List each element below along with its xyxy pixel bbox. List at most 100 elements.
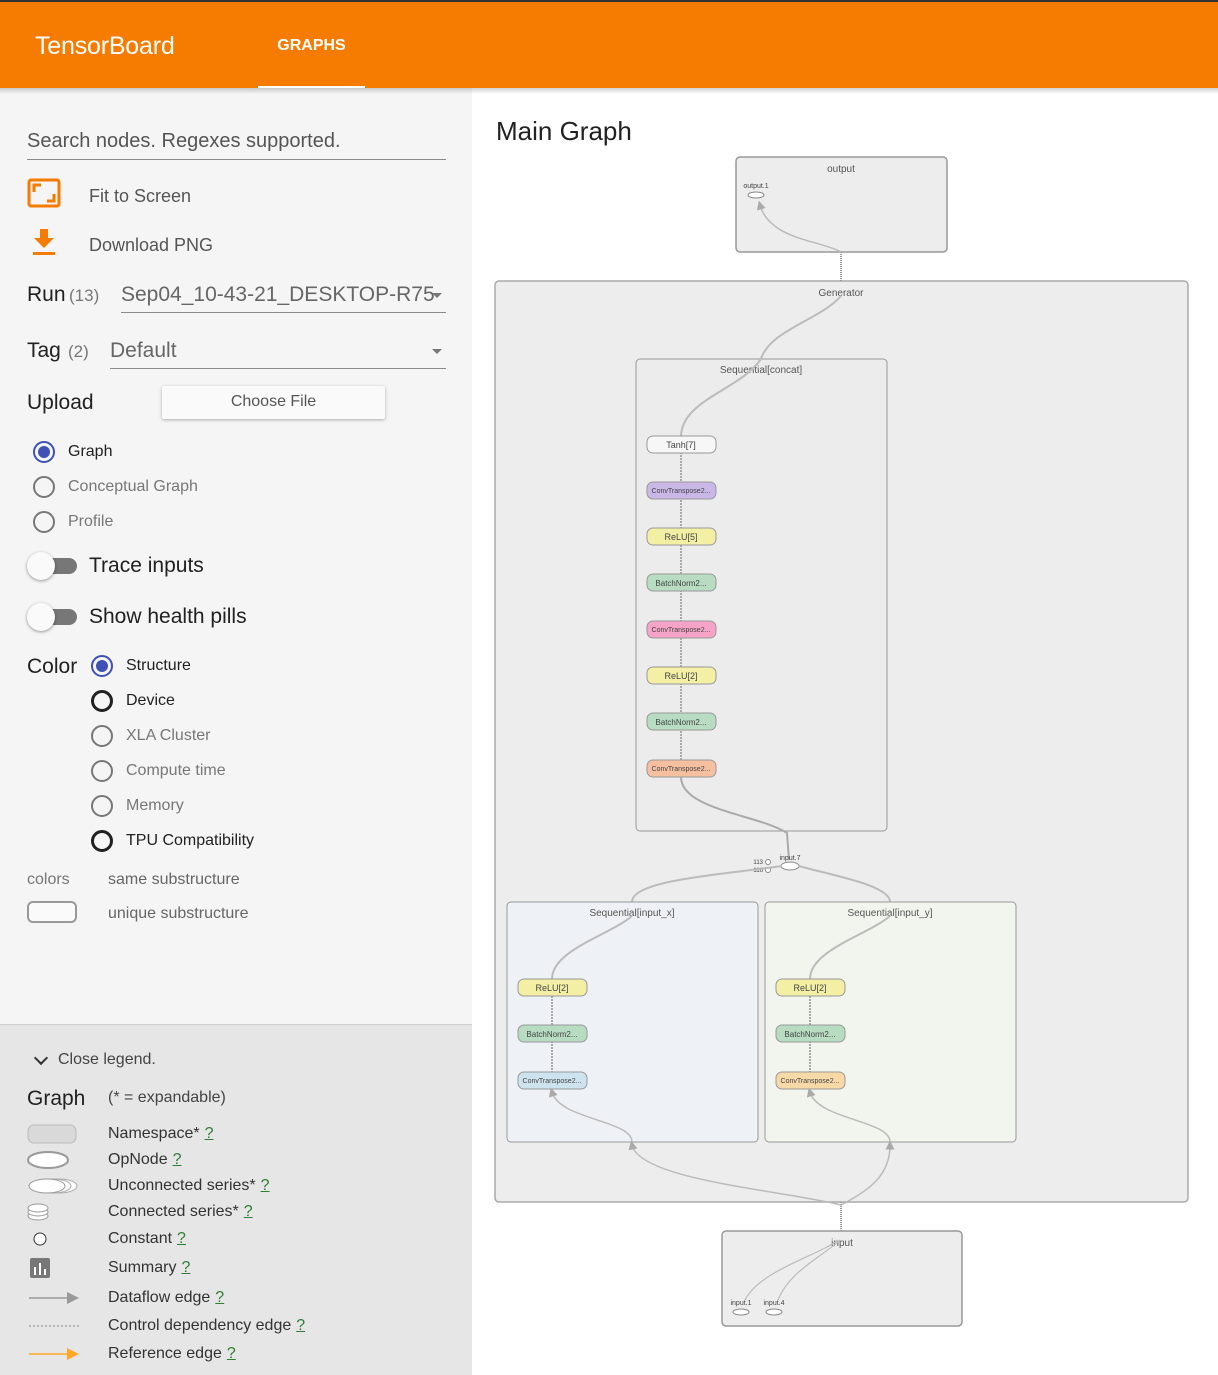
health-pills-toggle[interactable]: Show health pills bbox=[27, 601, 327, 633]
radio-graph-label: Graph bbox=[68, 443, 113, 460]
concat-node-conv-3[interactable]: ConvTranspose2... bbox=[646, 759, 717, 778]
legend-subtitle: (* = expandable) bbox=[108, 1089, 226, 1106]
namespace-icon bbox=[27, 1123, 87, 1145]
output-label: output bbox=[827, 164, 855, 175]
close-legend-button[interactable]: Close legend. bbox=[33, 1050, 233, 1071]
tag-count: (2) bbox=[68, 342, 89, 361]
graph-canvas[interactable]: output output.1 Generator Sequential[con… bbox=[472, 88, 1218, 1375]
colors-label: colors bbox=[27, 871, 70, 888]
unconnected-series-icon bbox=[27, 1175, 87, 1197]
radio-compute-label: Compute time bbox=[126, 762, 226, 779]
download-icon bbox=[27, 227, 61, 261]
health-pills-label: Show health pills bbox=[89, 605, 247, 628]
legend-control-edge: Control dependency edge? bbox=[27, 1315, 467, 1337]
radio-conceptual-label: Conceptual Graph bbox=[68, 478, 198, 495]
help-link[interactable]: ? bbox=[244, 1203, 253, 1220]
legend-connected-label: Connected series* bbox=[108, 1203, 239, 1220]
fit-to-screen-button[interactable]: Fit to Screen bbox=[27, 178, 327, 214]
legend-constant: Constant? bbox=[27, 1228, 467, 1250]
concat-node-conv-2[interactable]: ConvTranspose2... bbox=[646, 620, 717, 639]
legend-unconnected-series: Unconnected series*? bbox=[27, 1175, 467, 1197]
output-child-label: output.1 bbox=[743, 183, 768, 190]
tag-label: Tag bbox=[27, 339, 61, 362]
help-link[interactable]: ? bbox=[177, 1230, 186, 1247]
output-node[interactable]: output output.1 bbox=[735, 156, 948, 253]
input-y-label: Sequential[input_y] bbox=[847, 908, 932, 919]
trace-inputs-label: Trace inputs bbox=[89, 554, 204, 577]
concat-node-tanh[interactable]: Tanh[7] bbox=[646, 435, 717, 454]
input-node[interactable]: input input.1 input.4 bbox=[721, 1230, 963, 1327]
node-label: ConvTranspose2... bbox=[652, 488, 711, 495]
node-label: ReLU[2] bbox=[793, 983, 826, 993]
legend-reference-label: Reference edge bbox=[108, 1345, 222, 1362]
tab-graphs-label: GRAPHS bbox=[277, 37, 346, 54]
fit-screen-icon bbox=[27, 178, 61, 212]
legend-control-label: Control dependency edge bbox=[108, 1317, 292, 1334]
upload-label: Upload bbox=[27, 391, 94, 414]
tab-graphs[interactable]: GRAPHS bbox=[258, 2, 365, 88]
node-label: BatchNorm2... bbox=[784, 1030, 835, 1039]
help-link[interactable]: ? bbox=[215, 1289, 224, 1306]
chevron-down-icon bbox=[432, 349, 442, 354]
tag-value: Default bbox=[110, 339, 177, 362]
legend-title: Graph bbox=[27, 1087, 86, 1110]
input-y-node-batchnorm[interactable]: BatchNorm2... bbox=[775, 1024, 846, 1043]
legend-constant-label: Constant bbox=[108, 1230, 173, 1247]
radio-device-label: Device bbox=[126, 692, 175, 709]
input-x-node-conv[interactable]: ConvTranspose2... bbox=[517, 1071, 588, 1090]
concat-node-conv-1[interactable]: ConvTranspose2... bbox=[646, 481, 717, 500]
input-y-node-relu[interactable]: ReLU[2] bbox=[775, 978, 846, 997]
legend-namespace: Namespace*? bbox=[27, 1123, 467, 1145]
node-label: BatchNorm2... bbox=[655, 718, 706, 727]
download-png-label: Download PNG bbox=[89, 235, 214, 255]
input-child-label: input.4 bbox=[763, 1300, 784, 1307]
help-link[interactable]: ? bbox=[261, 1177, 270, 1194]
radio-xla-label: XLA Cluster bbox=[126, 727, 211, 744]
input-y-node-conv[interactable]: ConvTranspose2... bbox=[775, 1071, 846, 1090]
node-label: ReLU[2] bbox=[535, 983, 568, 993]
help-link[interactable]: ? bbox=[205, 1125, 214, 1142]
input-x-node-relu[interactable]: ReLU[2] bbox=[517, 978, 588, 997]
legend-connected-series: Connected series*? bbox=[27, 1201, 467, 1223]
input-x-node-batchnorm[interactable]: BatchNorm2... bbox=[517, 1024, 588, 1043]
sequential-input-y[interactable]: Sequential[input_y] bbox=[764, 901, 1017, 1143]
dataflow-arrow-icon bbox=[27, 1287, 87, 1309]
concat-node-batchnorm-1[interactable]: BatchNorm2... bbox=[646, 573, 717, 592]
run-value: Sep04_10-43-21_DESKTOP-R75 bbox=[121, 283, 435, 306]
concat-node-relu-5[interactable]: ReLU[5] bbox=[646, 527, 717, 546]
same-substructure-label: same substructure bbox=[108, 871, 240, 888]
download-png-button[interactable]: Download PNG bbox=[27, 227, 327, 263]
run-count: (13) bbox=[69, 286, 100, 305]
legend-dataflow-label: Dataflow edge bbox=[108, 1289, 211, 1306]
chevron-down-icon bbox=[432, 293, 442, 298]
tag-select[interactable]: Default bbox=[110, 333, 446, 369]
node-label: Tanh[7] bbox=[666, 440, 696, 450]
run-select[interactable]: Sep04_10-43-21_DESKTOP-R75 bbox=[121, 277, 446, 313]
constant-icon bbox=[27, 1228, 87, 1250]
join-input-label: 113 bbox=[753, 860, 763, 866]
help-link[interactable]: ? bbox=[173, 1151, 182, 1168]
node-label: ReLU[2] bbox=[664, 671, 697, 681]
help-link[interactable]: ? bbox=[181, 1259, 190, 1276]
sequential-input-x[interactable]: Sequential[input_x] bbox=[506, 901, 759, 1143]
app-title: TensorBoard bbox=[35, 32, 175, 60]
node-label: ConvTranspose2... bbox=[652, 627, 711, 634]
node-label: ConvTranspose2... bbox=[523, 1078, 582, 1085]
choose-file-button[interactable]: Choose File bbox=[162, 386, 385, 419]
input-child-label: input.1 bbox=[730, 1300, 751, 1307]
trace-inputs-toggle[interactable]: Trace inputs bbox=[27, 550, 327, 582]
legend-unconnected-label: Unconnected series* bbox=[108, 1177, 256, 1194]
node-label: ConvTranspose2... bbox=[781, 1078, 840, 1085]
legend-reference-edge: Reference edge? bbox=[27, 1343, 467, 1365]
search-box bbox=[27, 126, 446, 160]
concat-node-relu-2[interactable]: ReLU[2] bbox=[646, 666, 717, 685]
fit-to-screen-label: Fit to Screen bbox=[89, 186, 192, 206]
search-input[interactable] bbox=[27, 126, 446, 156]
help-link[interactable]: ? bbox=[296, 1317, 305, 1334]
node-label: BatchNorm2... bbox=[526, 1030, 577, 1039]
concat-node-batchnorm-2[interactable]: BatchNorm2... bbox=[646, 712, 717, 731]
radio-structure-label: Structure bbox=[126, 657, 191, 674]
unique-substructure-swatch bbox=[27, 901, 77, 923]
help-link[interactable]: ? bbox=[227, 1345, 236, 1362]
node-label: BatchNorm2... bbox=[655, 579, 706, 588]
